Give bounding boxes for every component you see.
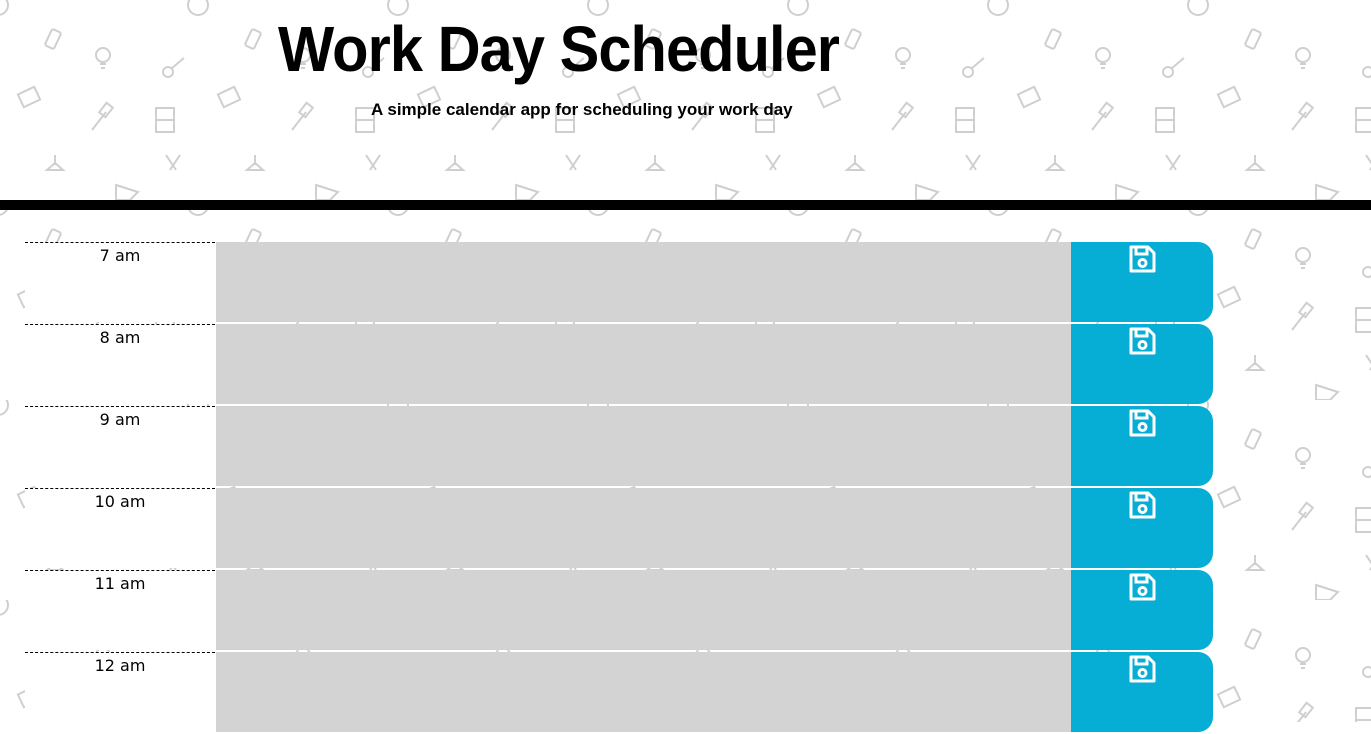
time-block-3: 10 am — [0, 488, 1371, 568]
hour-cell: 7 am — [25, 242, 215, 322]
hour-label: 7 am — [99, 246, 141, 265]
hour-cell: 11 am — [25, 570, 215, 650]
save-button[interactable] — [1071, 652, 1213, 732]
save-button[interactable] — [1071, 488, 1213, 568]
save-icon — [1129, 245, 1156, 273]
page-title: Work Day Scheduler — [278, 13, 840, 85]
save-icon — [1129, 655, 1156, 683]
hour-cell: 9 am — [25, 406, 215, 486]
header: Work Day Scheduler A simple calendar app… — [0, 0, 1371, 200]
save-button[interactable] — [1071, 242, 1213, 322]
time-block-1: 8 am — [0, 324, 1371, 404]
save-icon — [1129, 491, 1156, 519]
save-button[interactable] — [1071, 324, 1213, 404]
hour-cell: 12 am — [25, 652, 215, 732]
save-icon — [1129, 409, 1156, 437]
hour-label: 8 am — [99, 328, 141, 347]
save-button[interactable] — [1071, 406, 1213, 486]
page-subtitle: A simple calendar app for scheduling you… — [371, 100, 793, 119]
time-block-2: 9 am — [0, 406, 1371, 486]
save-icon — [1129, 327, 1156, 355]
hour-label: 11 am — [94, 574, 146, 593]
time-block-5: 12 am — [0, 652, 1371, 732]
event-description-input[interactable] — [216, 406, 1071, 486]
header-divider — [0, 200, 1371, 210]
hour-label: 10 am — [94, 492, 146, 511]
event-description-input[interactable] — [216, 242, 1071, 322]
hour-label: 9 am — [99, 410, 141, 429]
save-icon — [1129, 573, 1156, 601]
time-block-0: 7 am — [0, 242, 1371, 322]
hour-cell: 8 am — [25, 324, 215, 404]
save-button[interactable] — [1071, 570, 1213, 650]
hour-label: 12 am — [94, 656, 146, 675]
event-description-input[interactable] — [216, 570, 1071, 650]
time-block-list: 7 am 8 am 9 am 10 am 11 am 12 am — [0, 242, 1371, 734]
event-description-input[interactable] — [216, 652, 1071, 732]
time-block-4: 11 am — [0, 570, 1371, 650]
hour-cell: 10 am — [25, 488, 215, 568]
event-description-input[interactable] — [216, 488, 1071, 568]
event-description-input[interactable] — [216, 324, 1071, 404]
